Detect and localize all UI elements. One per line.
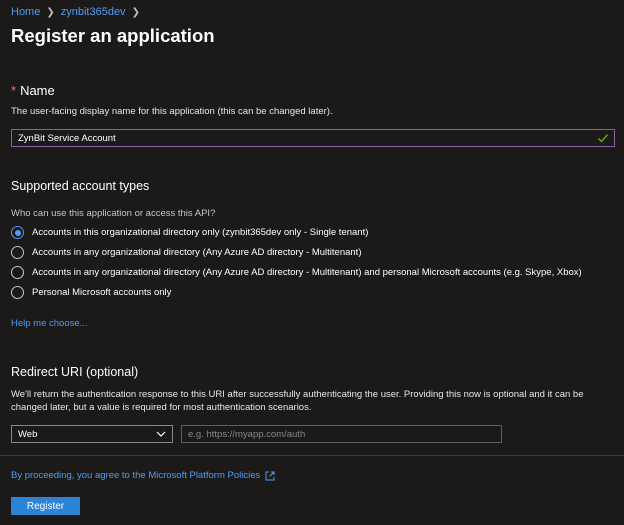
breadcrumb: Home ❯ zynbit365dev ❯ — [11, 6, 140, 18]
help-me-choose-link[interactable]: Help me choose... — [11, 318, 88, 329]
name-label-text: Name — [20, 83, 55, 98]
checkmark-icon — [598, 134, 608, 143]
radio-single-tenant[interactable]: Accounts in this organizational director… — [11, 226, 368, 239]
radio-label: Accounts in any organizational directory… — [32, 267, 582, 278]
name-description: The user-facing display name for this ap… — [11, 106, 333, 117]
breadcrumb-tenant[interactable]: zynbit365dev — [61, 6, 126, 18]
radio-multitenant[interactable]: Accounts in any organizational directory… — [11, 246, 362, 259]
radio-label: Accounts in this organizational director… — [32, 227, 369, 238]
platform-select-value: Web — [18, 428, 38, 440]
radio-button[interactable] — [11, 266, 24, 279]
radio-label: Accounts in any organizational directory… — [32, 247, 362, 258]
external-link-icon — [265, 471, 275, 480]
chevron-right-icon: ❯ — [46, 6, 55, 18]
radio-label: Personal Microsoft accounts only — [32, 287, 172, 298]
policy-text: By proceeding, you agree to the Microsof… — [11, 470, 261, 481]
account-types-title: Supported account types — [11, 179, 150, 193]
footer-divider — [0, 455, 624, 456]
radio-multitenant-personal[interactable]: Accounts in any organizational directory… — [11, 266, 582, 279]
name-input-value: ZynBit Service Account — [18, 132, 116, 144]
radio-button[interactable] — [11, 286, 24, 299]
redirect-uri-description: We'll return the authentication response… — [11, 389, 584, 413]
account-types-question: Who can use this application or access t… — [11, 208, 216, 219]
radio-button[interactable] — [11, 246, 24, 259]
name-input[interactable]: ZynBit Service Account — [11, 129, 615, 147]
chevron-right-icon: ❯ — [131, 6, 140, 18]
name-label: * Name — [11, 83, 55, 98]
redirect-uri-input[interactable] — [181, 425, 502, 443]
required-marker: * — [11, 83, 17, 98]
radio-personal-only[interactable]: Personal Microsoft accounts only — [11, 286, 171, 299]
page-title: Register an application — [11, 25, 215, 46]
redirect-uri-title: Redirect URI (optional) — [11, 365, 139, 379]
breadcrumb-home[interactable]: Home — [11, 6, 40, 18]
chevron-down-icon — [156, 431, 166, 437]
platform-policies-link[interactable]: By proceeding, you agree to the Microsof… — [11, 470, 275, 481]
platform-select[interactable]: Web — [11, 425, 173, 443]
radio-button-checked[interactable] — [11, 226, 24, 239]
register-button[interactable]: Register — [11, 497, 80, 515]
